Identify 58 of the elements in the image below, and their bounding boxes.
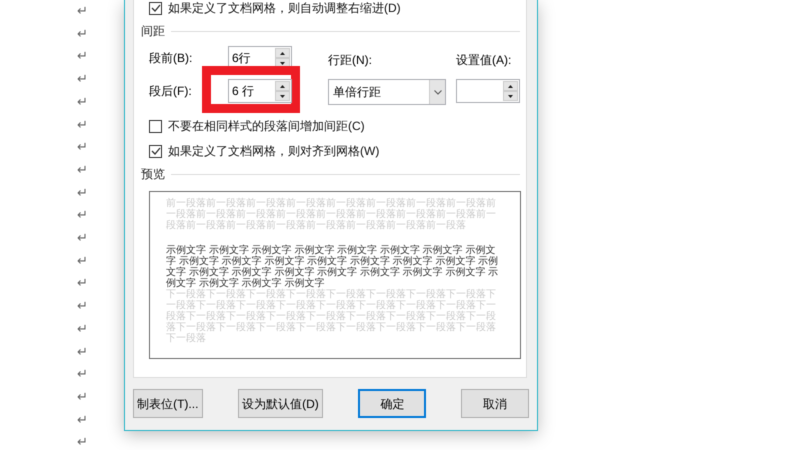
paragraph-mark: ↵ xyxy=(77,297,88,316)
field-label: 行距(N): xyxy=(328,52,373,69)
paragraph-mark: ↵ xyxy=(77,229,88,248)
checkmark-icon xyxy=(150,3,160,13)
spin-up-button[interactable] xyxy=(275,81,290,91)
paragraph-mark: ↵ xyxy=(77,70,88,88)
checkbox[interactable] xyxy=(149,120,162,132)
spin-up-button[interactable] xyxy=(275,48,290,58)
paragraph-mark: ↵ xyxy=(77,274,88,292)
checkbox-label: 不要在相同样式的段落间增加间距(C) xyxy=(168,118,365,135)
up-arrow-icon xyxy=(508,84,513,88)
field-value: 6行 xyxy=(231,50,252,67)
checkmark-icon xyxy=(150,146,160,156)
up-arrow-icon xyxy=(280,52,285,54)
checkbox-label: 如果定义了文档网格，则自动调整右缩进(D) xyxy=(168,0,401,17)
up-arrow-icon xyxy=(280,84,285,88)
paragraph-mark: ↵ xyxy=(77,320,88,338)
spin-field[interactable]: 6 行 xyxy=(228,79,292,103)
dropdown-value: 单倍行距 xyxy=(332,84,382,101)
paragraph-mark: ↵ xyxy=(77,116,88,134)
paragraph-mark: ↵ xyxy=(77,2,88,20)
line-spacing-dropdown[interactable]: 单倍行距 xyxy=(328,79,446,105)
field-label: 段后(F): xyxy=(149,83,193,100)
dialog-button[interactable]: 设为默认值(D) xyxy=(238,389,324,418)
dialog-button[interactable]: 制表位(T)... xyxy=(133,389,203,418)
paragraph-mark: ↵ xyxy=(77,252,88,270)
paragraph-mark: ↵ xyxy=(77,184,88,202)
paragraph-mark: ↵ xyxy=(77,160,88,179)
paragraph-mark: ↵ xyxy=(77,388,88,406)
paragraph-mark: ↵ xyxy=(77,47,88,66)
checkbox-label: 如果定义了文档网格，则对齐到网格(W) xyxy=(168,143,380,160)
field-label: 段前(B): xyxy=(149,50,194,67)
section-title: 间距 xyxy=(141,23,165,40)
dropdown-button[interactable] xyxy=(429,80,445,104)
down-arrow-icon xyxy=(508,94,513,98)
paragraph-mark: ↵ xyxy=(77,138,88,156)
field-value: 6 行 xyxy=(231,83,256,100)
down-arrow-icon xyxy=(280,62,285,64)
paragraph-mark: ↵ xyxy=(77,342,88,361)
dialog-button[interactable]: 取消 xyxy=(461,389,529,418)
paragraph-mark: ↵ xyxy=(77,24,88,43)
checkbox[interactable] xyxy=(149,144,162,158)
section-title: 预览 xyxy=(141,166,165,183)
field-label: 设置值(A): xyxy=(456,52,512,69)
preview-text: 示例文字 示例文字 示例文字 示例文字 示例文字 示例文字 示例文字 示例文字 示例文字 示例文字 示例文字 示例文字 示例文字 示例文字 示例文字 示例文字 示例文字 示例文字 示例文字 示例文字 示例文字 示例文字 示例文字 示例文字 示例文字 示例文字 示例文字 xyxy=(166,245,500,289)
spin-down-button[interactable] xyxy=(275,91,290,101)
paragraph-mark: ↵ xyxy=(77,410,88,429)
down-arrow-icon xyxy=(280,94,285,98)
spin-field[interactable] xyxy=(456,79,520,103)
dialog-button[interactable]: 确定 xyxy=(358,389,426,418)
chevron-down-icon xyxy=(434,90,442,94)
paragraph-mark: ↵ xyxy=(77,206,88,224)
spin-down-button[interactable] xyxy=(503,91,518,101)
paragraph-mark: ↵ xyxy=(77,365,88,384)
checkbox[interactable] xyxy=(149,2,162,14)
spin-up-button[interactable] xyxy=(503,81,518,91)
paragraph-mark: ↵ xyxy=(77,92,88,111)
paragraph-mark: ↵ xyxy=(77,433,88,450)
